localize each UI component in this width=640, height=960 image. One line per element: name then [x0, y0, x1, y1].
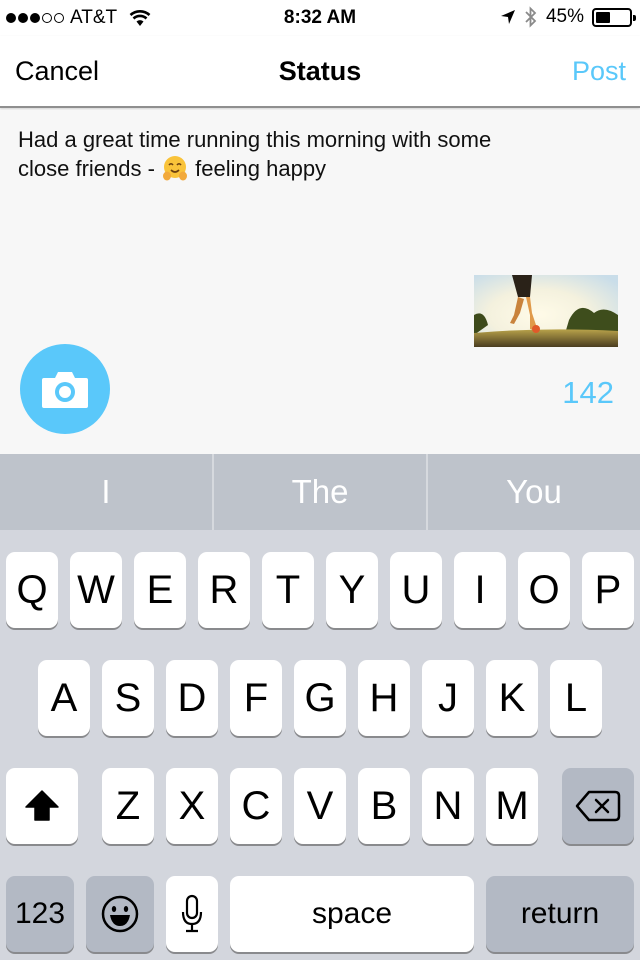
key-m[interactable]: M [486, 768, 538, 844]
location-arrow-icon [500, 10, 515, 24]
hugging-face-emoji-icon [163, 156, 188, 181]
shift-key[interactable] [6, 768, 78, 844]
key-t[interactable]: T [262, 552, 314, 628]
key-d[interactable]: D [166, 660, 218, 736]
key-c[interactable]: C [230, 768, 282, 844]
key-z[interactable]: Z [102, 768, 154, 844]
key-b[interactable]: B [358, 768, 410, 844]
predictive-suggestion-bar: I The You [0, 454, 640, 530]
suggestion-item[interactable]: I [0, 454, 212, 530]
post-button[interactable]: Post [572, 56, 626, 87]
bluetooth-icon [525, 6, 537, 28]
suggestion-item[interactable]: You [426, 454, 640, 530]
key-x[interactable]: X [166, 768, 218, 844]
key-g[interactable]: G [294, 660, 346, 736]
emoji-key[interactable] [86, 876, 154, 952]
compose-area[interactable]: Had a great time running this morning wi… [0, 110, 640, 454]
microphone-icon [181, 894, 203, 933]
status-text-part: feeling happy [189, 156, 327, 181]
key-r[interactable]: R [198, 552, 250, 628]
navigation-bar: Cancel Status Post [0, 36, 640, 108]
key-e[interactable]: E [134, 552, 186, 628]
key-y[interactable]: Y [326, 552, 378, 628]
key-j[interactable]: J [422, 660, 474, 736]
dictation-key[interactable] [166, 876, 218, 952]
battery-percent: 45% [545, 6, 584, 27]
key-p[interactable]: P [582, 552, 634, 628]
key-o[interactable]: O [518, 552, 570, 628]
runner-photo-image [474, 275, 618, 347]
attached-photo[interactable] [474, 275, 618, 347]
status-text-input[interactable]: Had a great time running this morning wi… [18, 126, 538, 183]
keyboard: Q W E R T Y U I O P A S D F G H J K L Z … [0, 530, 640, 960]
emoji-smiley-icon [101, 895, 139, 933]
return-key[interactable]: return [486, 876, 634, 952]
battery-icon [592, 7, 636, 27]
key-f[interactable]: F [230, 660, 282, 736]
camera-button[interactable] [20, 344, 110, 434]
camera-icon [42, 372, 88, 408]
key-n[interactable]: N [422, 768, 474, 844]
numbers-key[interactable]: 123 [6, 876, 74, 952]
key-h[interactable]: H [358, 660, 410, 736]
key-s[interactable]: S [102, 660, 154, 736]
key-i[interactable]: I [454, 552, 506, 628]
key-q[interactable]: Q [6, 552, 58, 628]
suggestion-item[interactable]: The [212, 454, 426, 530]
key-w[interactable]: W [70, 552, 122, 628]
backspace-icon [575, 790, 621, 822]
key-l[interactable]: L [550, 660, 602, 736]
key-a[interactable]: A [38, 660, 90, 736]
key-k[interactable]: K [486, 660, 538, 736]
space-key[interactable]: space [230, 876, 474, 952]
character-count: 142 [562, 375, 614, 410]
delete-key[interactable] [562, 768, 634, 844]
key-u[interactable]: U [390, 552, 442, 628]
key-v[interactable]: V [294, 768, 346, 844]
status-bar: AT&T 8:32 AM 45% [0, 0, 640, 36]
page-title: Status [278, 56, 362, 86]
shift-arrow-icon [25, 790, 59, 821]
